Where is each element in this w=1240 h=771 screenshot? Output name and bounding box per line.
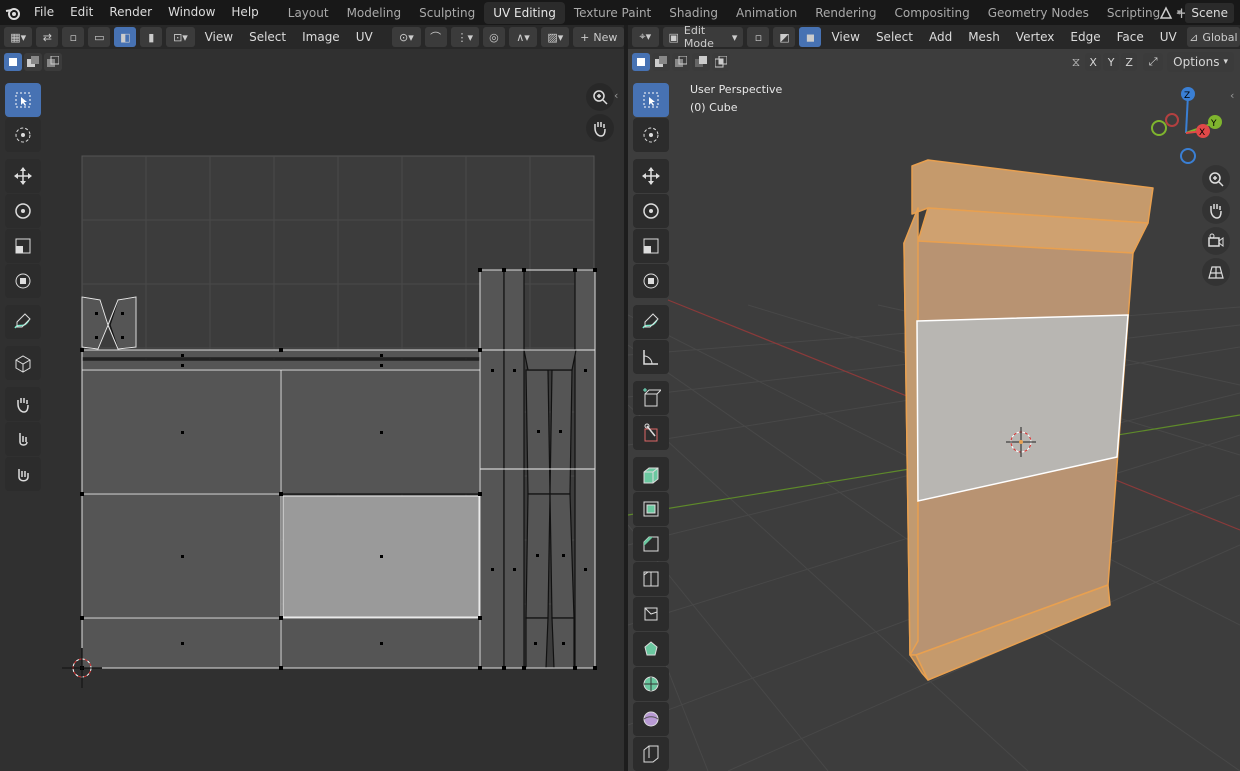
- scene-icon: [1159, 5, 1173, 19]
- spin-tool-icon[interactable]: [633, 667, 669, 701]
- uv-canvas[interactable]: [0, 25, 624, 771]
- vp-menu-add[interactable]: Add: [923, 30, 958, 44]
- tab-geometry-nodes[interactable]: Geometry Nodes: [979, 2, 1098, 24]
- menu-edit[interactable]: Edit: [62, 0, 101, 25]
- orientation-label: Global: [1202, 30, 1238, 44]
- vp-select-tool-icon[interactable]: [633, 83, 669, 117]
- editor-type-3d-icon[interactable]: ⌖▾: [632, 27, 659, 47]
- vp-menu-uv[interactable]: UV: [1154, 30, 1183, 44]
- menu-render[interactable]: Render: [101, 0, 160, 25]
- smooth-tool-icon[interactable]: [633, 702, 669, 736]
- mirror-y-toggle[interactable]: Y: [1103, 53, 1120, 71]
- scene-selector[interactable]: ▾ Scene: [1159, 0, 1240, 25]
- viewport-toolbar: [633, 83, 671, 771]
- scene-name: Scene: [1185, 2, 1234, 23]
- main-menu: File Edit Render Window Help: [26, 0, 267, 25]
- ortho-toggle-icon[interactable]: [1202, 258, 1230, 286]
- vp-menu-vertex[interactable]: Vertex: [1010, 30, 1061, 44]
- vp-cursor-tool-icon[interactable]: [633, 118, 669, 152]
- top-bar: File Edit Render Window Help Layout Mode…: [0, 0, 1240, 25]
- options-dropdown[interactable]: Options ▾: [1167, 52, 1234, 72]
- viewport-canvas[interactable]: Z Y X: [628, 25, 1240, 771]
- menu-help[interactable]: Help: [223, 0, 266, 25]
- tab-uv-editing[interactable]: UV Editing: [484, 1, 565, 24]
- tab-modeling[interactable]: Modeling: [338, 2, 411, 24]
- vp-select-invert-icon[interactable]: [692, 53, 710, 71]
- vp-menu-view[interactable]: View: [825, 30, 865, 44]
- chevron-down-icon: ▾: [1223, 57, 1228, 67]
- vp-select-box-icon[interactable]: [632, 53, 650, 71]
- knife-tool-icon[interactable]: [633, 597, 669, 631]
- svg-text:Y: Y: [1210, 119, 1217, 129]
- uv-editor: ▦▾ ⇄ ▫ ▭ ◧ ▮ ⊡▾ View Select Image UV ⊙▾ …: [0, 25, 624, 771]
- measure-tool-icon[interactable]: [633, 340, 669, 374]
- tab-layout[interactable]: Layout: [279, 2, 338, 24]
- bevel-tool-icon[interactable]: [633, 527, 669, 561]
- viewport-header: ⌖▾ ▣ Edit Mode ▾ ▫ ◩ ◼ View Select Add M…: [628, 25, 1240, 50]
- vp-menu-edge[interactable]: Edge: [1064, 30, 1106, 44]
- loop-cut-tool-icon[interactable]: [633, 562, 669, 596]
- mode-selector[interactable]: ▣ Edit Mode ▾: [662, 25, 744, 50]
- object-label: (0) Cube: [690, 101, 738, 114]
- transform-orientation[interactable]: ⊿ Global: [1186, 27, 1240, 47]
- camera-view-icon[interactable]: [1202, 227, 1230, 255]
- poly-build-tool-icon[interactable]: [633, 632, 669, 666]
- extrude-region-tool-icon[interactable]: [633, 457, 669, 491]
- vp-scale-tool-icon[interactable]: [633, 229, 669, 263]
- tab-texture-paint[interactable]: Texture Paint: [565, 2, 660, 24]
- tab-shading[interactable]: Shading: [660, 2, 727, 24]
- vp-menu-face[interactable]: Face: [1111, 30, 1150, 44]
- face-mode-icon[interactable]: ◼: [799, 27, 822, 47]
- view-type-label: User Perspective: [690, 83, 783, 96]
- tab-compositing[interactable]: Compositing: [885, 2, 978, 24]
- vp-transform-tool-icon[interactable]: [633, 264, 669, 298]
- edge-slide-tool-icon[interactable]: [633, 737, 669, 771]
- svg-text:X: X: [1199, 128, 1205, 138]
- tab-rendering[interactable]: Rendering: [806, 2, 885, 24]
- viewport-subheader: ⧖ X Y Z ⤢ Options ▾: [628, 49, 1240, 75]
- edit-mode-icon: ▣: [668, 30, 679, 44]
- orientation-icon: ⊿: [1189, 30, 1199, 44]
- vp-move-tool-icon[interactable]: [633, 159, 669, 193]
- vp-pan-icon[interactable]: [1202, 196, 1230, 224]
- chevron-down-icon: ▾: [731, 30, 738, 44]
- navigation-gizmo[interactable]: Z Y X: [1151, 87, 1222, 164]
- blender-logo-icon[interactable]: [0, 0, 26, 25]
- vp-select-extend-icon[interactable]: [652, 53, 670, 71]
- vp-select-subtract-icon[interactable]: [672, 53, 690, 71]
- vp-menu-mesh[interactable]: Mesh: [962, 30, 1006, 44]
- tab-sculpting[interactable]: Sculpting: [410, 2, 484, 24]
- chevron-down-icon: ▾: [1176, 7, 1182, 18]
- options-label: Options: [1173, 55, 1220, 69]
- mirror-z-toggle[interactable]: Z: [1121, 53, 1138, 71]
- snap-3d-icon[interactable]: ⤢: [1143, 53, 1164, 71]
- vp-select-intersect-icon[interactable]: [712, 53, 730, 71]
- vertex-mode-icon[interactable]: ▫: [747, 27, 770, 47]
- extrude-cursor-tool-icon[interactable]: [633, 416, 669, 450]
- edge-mode-icon[interactable]: ◩: [773, 27, 796, 47]
- vp-zoom-icon[interactable]: [1202, 165, 1230, 193]
- vp-menu-select[interactable]: Select: [870, 30, 919, 44]
- mirror-icon[interactable]: ⧖: [1069, 55, 1083, 70]
- viewport-info: User Perspective (0) Cube: [690, 81, 782, 117]
- svg-text:Z: Z: [1184, 91, 1190, 101]
- vp-sidebar-toggle-icon[interactable]: ‹: [1230, 89, 1234, 102]
- add-cube-tool-icon[interactable]: [633, 381, 669, 415]
- inset-faces-tool-icon[interactable]: [633, 492, 669, 526]
- 3d-viewport: Z Y X ⌖▾ ▣ Edit Mode ▾ ▫ ◩ ◼ View Select…: [628, 25, 1240, 771]
- menu-file[interactable]: File: [26, 0, 62, 25]
- tab-animation[interactable]: Animation: [727, 2, 806, 24]
- mirror-x-toggle[interactable]: X: [1085, 53, 1102, 71]
- workspace-tabs: Layout Modeling Sculpting UV Editing Tex…: [279, 0, 1194, 25]
- mode-label: Edit Mode: [683, 25, 714, 50]
- vp-rotate-tool-icon[interactable]: [633, 194, 669, 228]
- vp-annotate-tool-icon[interactable]: [633, 305, 669, 339]
- menu-window[interactable]: Window: [160, 0, 223, 25]
